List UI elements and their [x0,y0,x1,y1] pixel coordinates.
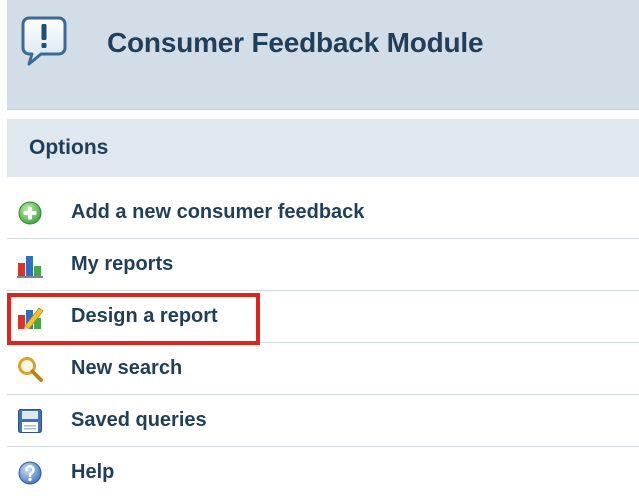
menu-item-saved-queries[interactable]: Saved queries [7,395,639,447]
menu-item-label: Saved queries [71,409,207,431]
menu-item-add-consumer-feedback[interactable]: Add a new consumer feedback [7,187,639,239]
speech-bubble-exclamation-icon [21,16,67,66]
menu-item-my-reports[interactable]: My reports [7,239,639,291]
chart-pencil-icon [17,304,43,330]
menu-item-label: New search [71,357,183,379]
magnifier-icon [17,356,43,382]
menu-item-design-report[interactable]: Design a report [7,291,639,343]
menu-item-label: Help [71,461,115,483]
add-circle-icon [17,200,43,226]
menu-item-label: My reports [71,253,174,275]
floppy-disk-icon [17,408,43,434]
options-section-header: Options [7,119,639,177]
help-circle-icon [17,460,43,486]
consumer-feedback-module: Consumer Feedback Module Options Add a n… [0,0,639,499]
menu-item-label: Add a new consumer feedback [71,201,365,223]
module-header: Consumer Feedback Module [7,0,639,110]
menu-item-new-search[interactable]: New search [7,343,639,395]
module-title: Consumer Feedback Module [107,27,484,58]
menu-item-label: Design a report [71,305,218,327]
options-menu: Add a new consumer feedback My reports D… [7,187,639,499]
menu-item-help[interactable]: Help [7,447,639,499]
options-label: Options [29,136,109,159]
bar-chart-icon [17,252,43,278]
